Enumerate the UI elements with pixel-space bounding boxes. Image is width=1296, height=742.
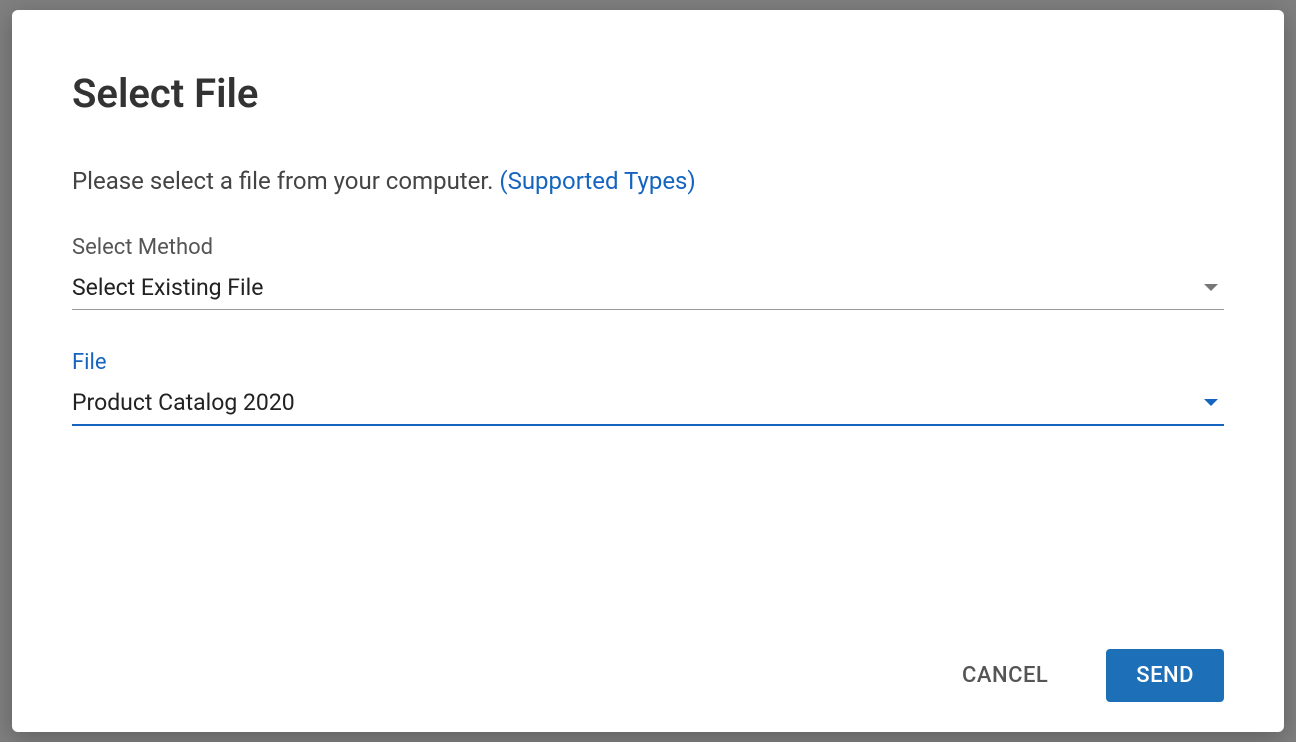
select-file-dialog: Select File Please select a file from yo… [12,10,1284,732]
dialog-title: Select File [72,70,1224,117]
select-method-dropdown[interactable]: Select Existing File [72,274,1224,310]
file-dropdown[interactable]: Product Catalog 2020 [72,389,1224,426]
description-text: Please select a file from your computer. [72,167,499,195]
select-method-value: Select Existing File [72,274,263,301]
supported-types-link[interactable]: (Supported Types) [499,167,695,195]
select-method-label: Select Method [72,235,1224,260]
file-value: Product Catalog 2020 [72,389,295,416]
send-button[interactable]: SEND [1106,649,1224,702]
select-method-field: Select Method Select Existing File [72,235,1224,310]
file-field: File Product Catalog 2020 [72,350,1224,426]
dialog-description: Please select a file from your computer.… [72,167,1224,195]
chevron-down-icon [1204,399,1218,406]
chevron-down-icon [1204,284,1218,291]
dialog-actions: CANCEL SEND [72,649,1224,702]
spacer [72,466,1224,649]
cancel-button[interactable]: CANCEL [932,649,1078,702]
file-label: File [72,350,1224,375]
